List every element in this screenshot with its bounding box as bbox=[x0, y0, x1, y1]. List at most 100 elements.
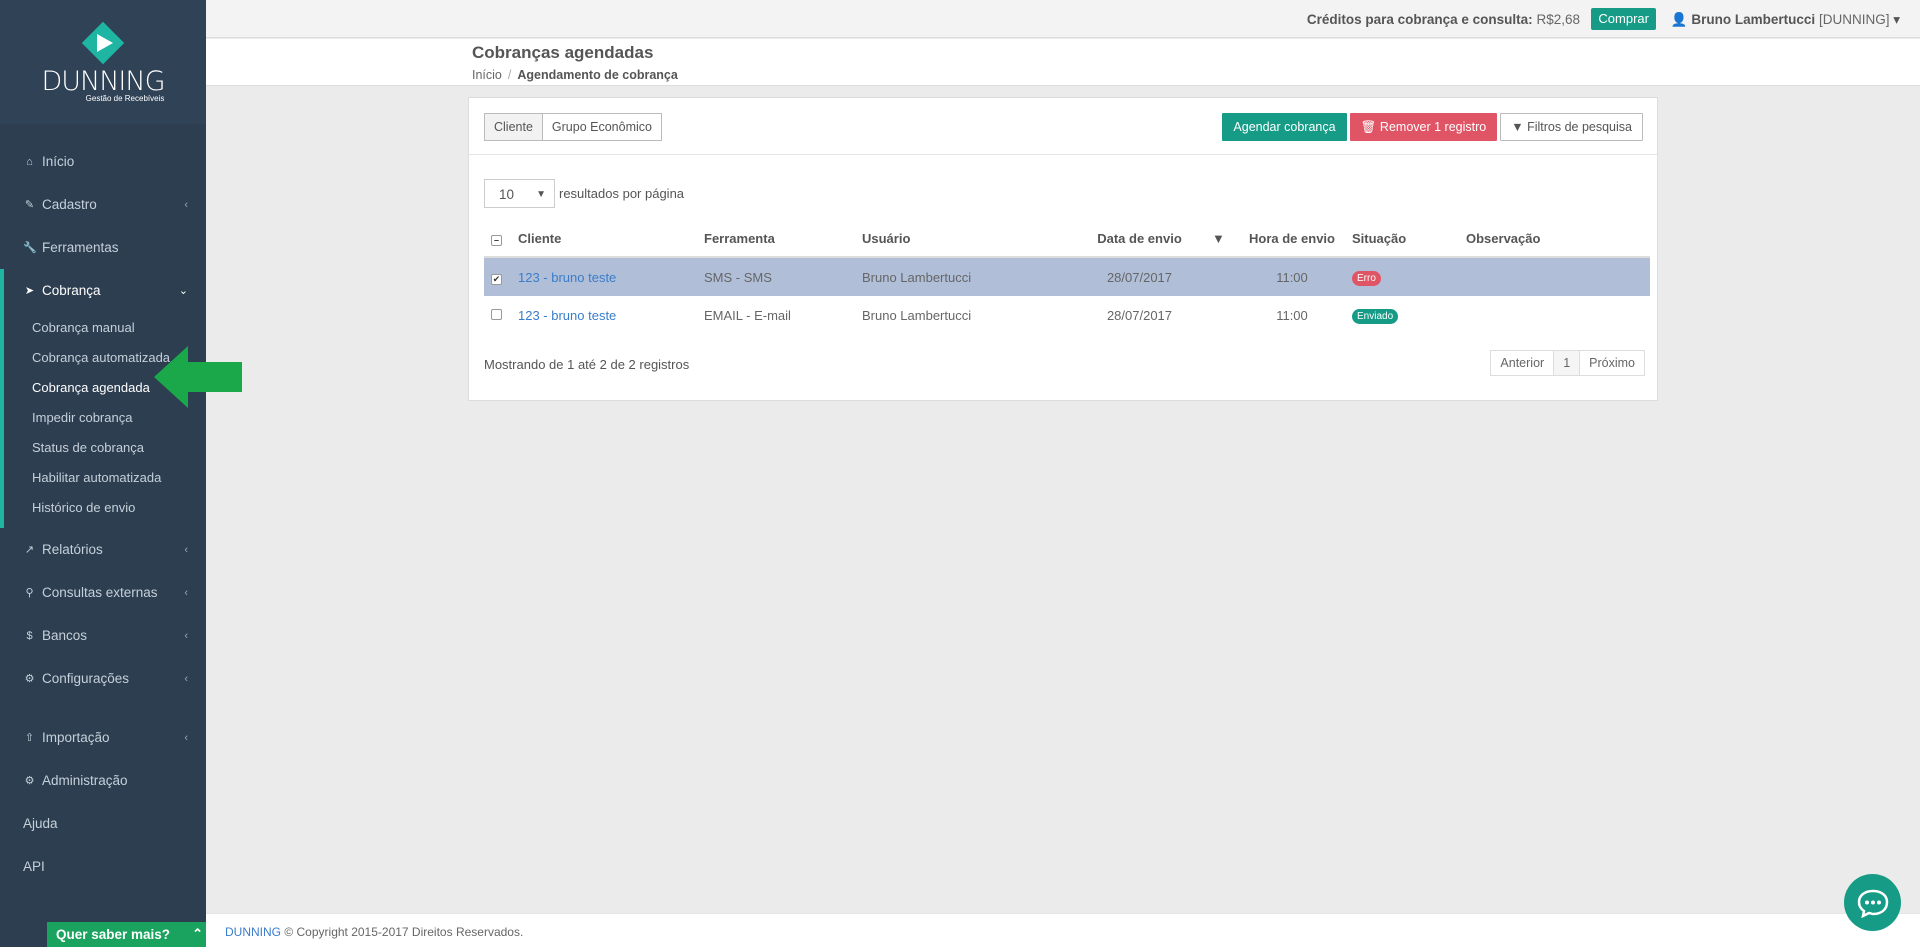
chevron-left-icon: ‹ bbox=[184, 586, 188, 599]
user-name: Bruno Lambertucci bbox=[1691, 12, 1816, 27]
sidebar-item-consultas-externas[interactable]: ⚲ Consultas externas ‹ bbox=[0, 571, 206, 614]
per-page-label: resultados por página bbox=[559, 186, 685, 201]
checked-checkbox-icon: ✔ bbox=[491, 273, 502, 285]
send-icon: ➤ bbox=[24, 285, 35, 297]
chevron-up-icon: ⌃ bbox=[192, 926, 203, 941]
buy-button[interactable]: Comprar bbox=[1591, 8, 1656, 30]
edit-icon: ✎ bbox=[24, 199, 35, 211]
breadcrumb-home[interactable]: Início bbox=[472, 68, 502, 82]
sidebar-item-label: API bbox=[23, 859, 45, 874]
chevron-left-icon: ‹ bbox=[184, 543, 188, 556]
sidebar-item-administracao[interactable]: ⚙ Administração bbox=[0, 759, 206, 802]
submenu-historico-de-envio[interactable]: Histórico de envio bbox=[4, 492, 206, 522]
logo-subtitle: Gestão de Recebíveis bbox=[85, 93, 165, 103]
cell-cliente[interactable]: 123 - bruno teste bbox=[518, 257, 704, 296]
column-header[interactable]: Hora de envio bbox=[1232, 221, 1352, 258]
logo-mark-icon bbox=[81, 21, 125, 66]
chevron-left-icon: ‹ bbox=[184, 198, 188, 211]
action-buttons: Agendar cobrança 🗑 Remover 1 registro ▼ … bbox=[1222, 113, 1643, 141]
cell-sort-spacer bbox=[1212, 257, 1232, 296]
user-menu[interactable]: 👤 Bruno Lambertucci [DUNNING] ▾ bbox=[1671, 12, 1900, 28]
footer-copyright: © Copyright 2015-2017 Direitos Reservado… bbox=[284, 925, 524, 939]
row-checkbox[interactable] bbox=[484, 296, 518, 335]
table-row[interactable]: 123 - bruno teste EMAIL - E-mail Bruno L… bbox=[484, 296, 1650, 335]
sidebar-item-inicio[interactable]: ⌂ Início bbox=[0, 140, 206, 183]
credits-value: R$2,68 bbox=[1536, 12, 1580, 27]
cliente-link[interactable]: 123 - bruno teste bbox=[518, 270, 616, 285]
sidebar-item-cobranca[interactable]: ➤ Cobrança ⌄ bbox=[0, 269, 206, 312]
select-all-checkbox[interactable]: – bbox=[484, 221, 518, 258]
search-filters-button[interactable]: ▼ Filtros de pesquisa bbox=[1500, 113, 1643, 141]
submenu-habilitar-automatizada[interactable]: Habilitar automatizada bbox=[4, 462, 206, 492]
sidebar-item-api[interactable]: API bbox=[0, 845, 206, 888]
sidebar-item-importacao[interactable]: ⇧ Importação ‹ bbox=[0, 716, 206, 759]
sidebar-item-ajuda[interactable]: Ajuda bbox=[0, 802, 206, 845]
breadcrumb-current: Agendamento de cobrança bbox=[517, 68, 678, 82]
column-header[interactable]: Data de envio bbox=[1067, 221, 1212, 258]
credits-info: Créditos para cobrança e consulta: R$2,6… bbox=[1307, 12, 1580, 27]
cell-ferramenta: EMAIL - E-mail bbox=[704, 308, 791, 323]
column-header[interactable]: Observação bbox=[1466, 221, 1650, 258]
per-page-select[interactable]: 10 ▼ bbox=[484, 179, 555, 208]
sidebar-item-label: Importação bbox=[42, 730, 110, 745]
chat-bubble-icon bbox=[1857, 889, 1888, 918]
sort-desc-icon[interactable]: ▼ bbox=[1212, 221, 1232, 258]
cell-data: 28/07/2017 bbox=[1067, 257, 1212, 296]
trash-icon: 🗑 bbox=[1360, 120, 1377, 134]
line-chart-icon: ↗ bbox=[24, 544, 35, 556]
submenu-status-de-cobranca[interactable]: Status de cobrança bbox=[4, 432, 206, 462]
sidebar-item-ferramentas[interactable]: 🔧 Ferramentas bbox=[0, 226, 206, 269]
sidebar-item-label: Administração bbox=[42, 773, 128, 788]
toggle-grupo-economico[interactable]: Grupo Econômico bbox=[542, 113, 662, 141]
sidebar-item-label: Ajuda bbox=[23, 816, 58, 831]
footer-brand-link[interactable]: DUNNING bbox=[225, 925, 281, 939]
logo[interactable]: DUNNING Gestão de Recebíveis bbox=[0, 0, 206, 124]
row-checkbox[interactable]: ✔ bbox=[484, 257, 518, 296]
cell-observacao bbox=[1466, 257, 1650, 296]
chat-button[interactable] bbox=[1844, 874, 1901, 931]
prev-page-button[interactable]: Anterior bbox=[1490, 350, 1555, 376]
sidebar-item-relatorios[interactable]: ↗ Relatórios ‹ bbox=[0, 528, 206, 571]
status-badge: Erro bbox=[1352, 270, 1381, 286]
sidebar-item-label: Bancos bbox=[42, 628, 88, 643]
view-toggle: Cliente Grupo Econômico bbox=[484, 113, 662, 141]
cell-ferramenta: SMS - SMS bbox=[704, 257, 862, 296]
cell-observacao bbox=[1466, 296, 1650, 335]
filter-icon: ▼ bbox=[1511, 120, 1524, 134]
cell-usuario: Bruno Lambertucci bbox=[862, 257, 1067, 296]
remove-record-button[interactable]: 🗑 Remover 1 registro bbox=[1349, 113, 1498, 141]
table-row[interactable]: ✔ 123 - bruno teste SMS - SMS Bruno Lamb… bbox=[484, 257, 1650, 296]
sidebar-item-cadastro[interactable]: ✎ Cadastro ‹ bbox=[0, 183, 206, 226]
column-header[interactable]: Ferramenta bbox=[704, 221, 862, 258]
cliente-link[interactable]: 123 - bruno teste bbox=[518, 308, 616, 323]
sidebar-item-label: Cobrança bbox=[42, 283, 101, 298]
topbar: Créditos para cobrança e consulta: R$2,6… bbox=[206, 0, 1920, 38]
submenu-cobranca-manual[interactable]: Cobrança manual bbox=[4, 312, 206, 342]
page-number-button[interactable]: 1 bbox=[1554, 350, 1581, 376]
cell-usuario: Bruno Lambertucci bbox=[862, 308, 972, 323]
credits-label: Créditos para cobrança e consulta: bbox=[1306, 12, 1533, 27]
page-header: Cobranças agendadas Início / Agendamento d… bbox=[206, 39, 1920, 86]
sidebar-item-configuracoes[interactable]: ⚙ Configurações ‹ bbox=[0, 657, 206, 700]
next-page-button[interactable]: Próximo bbox=[1580, 350, 1645, 376]
sidebar-item-bancos[interactable]: $ Bancos ‹ bbox=[0, 614, 206, 657]
panel-toolbar: Cliente Grupo Econômico Agendar cobrança… bbox=[469, 98, 1657, 155]
search-icon: ⚲ bbox=[25, 587, 34, 599]
per-page-value: 10 bbox=[499, 187, 515, 202]
quer-saber-mais-widget[interactable]: Quer saber mais? ⌃ bbox=[47, 922, 213, 947]
schedule-charge-button[interactable]: Agendar cobrança bbox=[1222, 113, 1347, 141]
caret-down-icon: ▼ bbox=[536, 189, 546, 200]
column-header[interactable]: Usuário bbox=[862, 221, 1067, 258]
column-header[interactable]: Cliente bbox=[518, 221, 704, 258]
indeterminate-checkbox-icon: – bbox=[491, 235, 502, 246]
chevron-left-icon: ‹ bbox=[184, 731, 188, 744]
main-panel: Cliente Grupo Econômico Agendar cobrança… bbox=[468, 97, 1658, 401]
pagination: Anterior 1 Próximo bbox=[1490, 350, 1645, 376]
toggle-cliente[interactable]: Cliente bbox=[484, 113, 543, 141]
breadcrumb-separator: / bbox=[507, 68, 512, 82]
sidebar-item-label: Configurações bbox=[42, 671, 130, 686]
user-icon: 👤 bbox=[1670, 12, 1688, 27]
cell-cliente[interactable]: 123 - bruno teste bbox=[518, 296, 704, 335]
cell-hora: 11:00 bbox=[1232, 257, 1352, 296]
column-header[interactable]: Situação bbox=[1352, 221, 1466, 258]
